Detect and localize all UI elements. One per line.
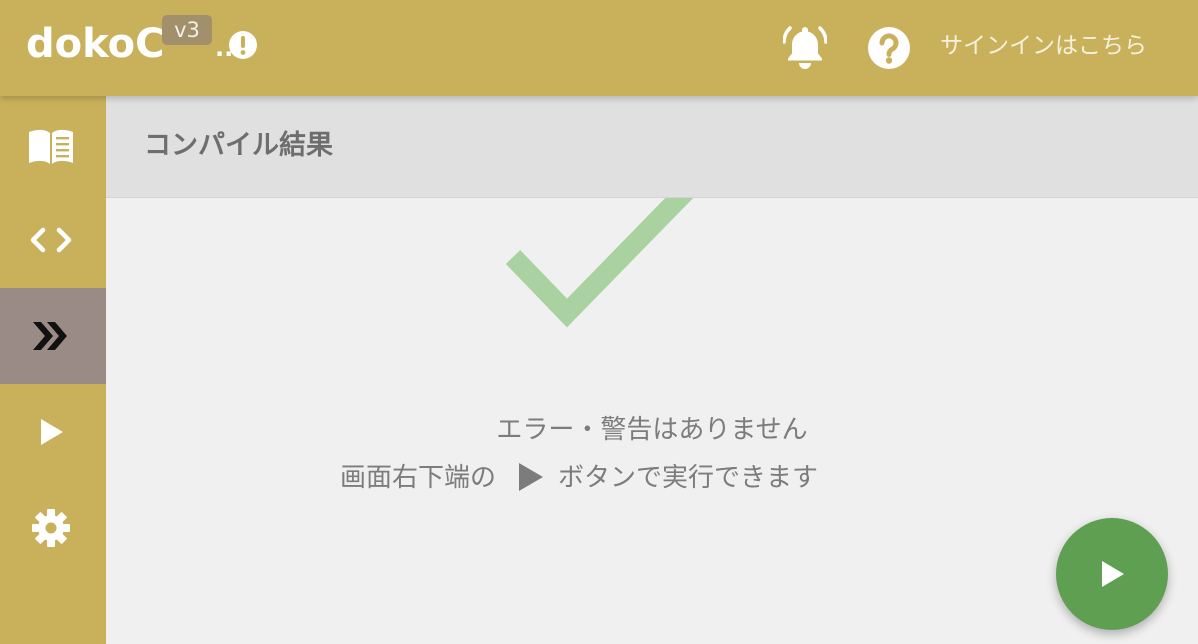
play-icon xyxy=(519,462,544,491)
app-header: dokoC v3 .. サインインはこちら xyxy=(0,0,1198,96)
sidebar-item-docs[interactable] xyxy=(0,98,106,194)
help-icon[interactable] xyxy=(866,25,912,71)
panel-title: コンパイル結果 xyxy=(144,130,333,161)
play-icon xyxy=(1102,561,1124,587)
sidebar-item-code[interactable] xyxy=(0,192,106,288)
panel-header: コンパイル結果 xyxy=(106,96,1198,198)
play-icon xyxy=(41,419,63,445)
app-logo[interactable]: dokoC xyxy=(26,18,164,70)
run-hint-message: 画面右下端の ボタンで実行できます xyxy=(340,456,818,500)
version-badge: v3 xyxy=(162,15,212,45)
sidebar xyxy=(0,96,106,644)
book-icon xyxy=(29,129,73,164)
sidebar-item-run[interactable] xyxy=(0,384,106,480)
code-icon xyxy=(30,227,72,253)
signin-link[interactable]: サインインはこちら xyxy=(940,30,1147,62)
double-chevron-right-icon xyxy=(33,322,67,350)
run-fab-button[interactable] xyxy=(1056,518,1168,630)
sidebar-item-settings[interactable] xyxy=(0,480,106,576)
run-hint-suffix: ボタンで実行できます xyxy=(558,463,819,493)
sidebar-item-compile[interactable] xyxy=(0,288,106,384)
bell-icon[interactable] xyxy=(783,23,827,69)
gear-icon xyxy=(32,509,70,547)
alert-icon[interactable] xyxy=(228,30,258,60)
no-errors-message: エラー・警告はありません xyxy=(496,415,808,445)
check-icon xyxy=(505,182,696,328)
run-hint-prefix: 画面右下端の xyxy=(340,463,497,493)
